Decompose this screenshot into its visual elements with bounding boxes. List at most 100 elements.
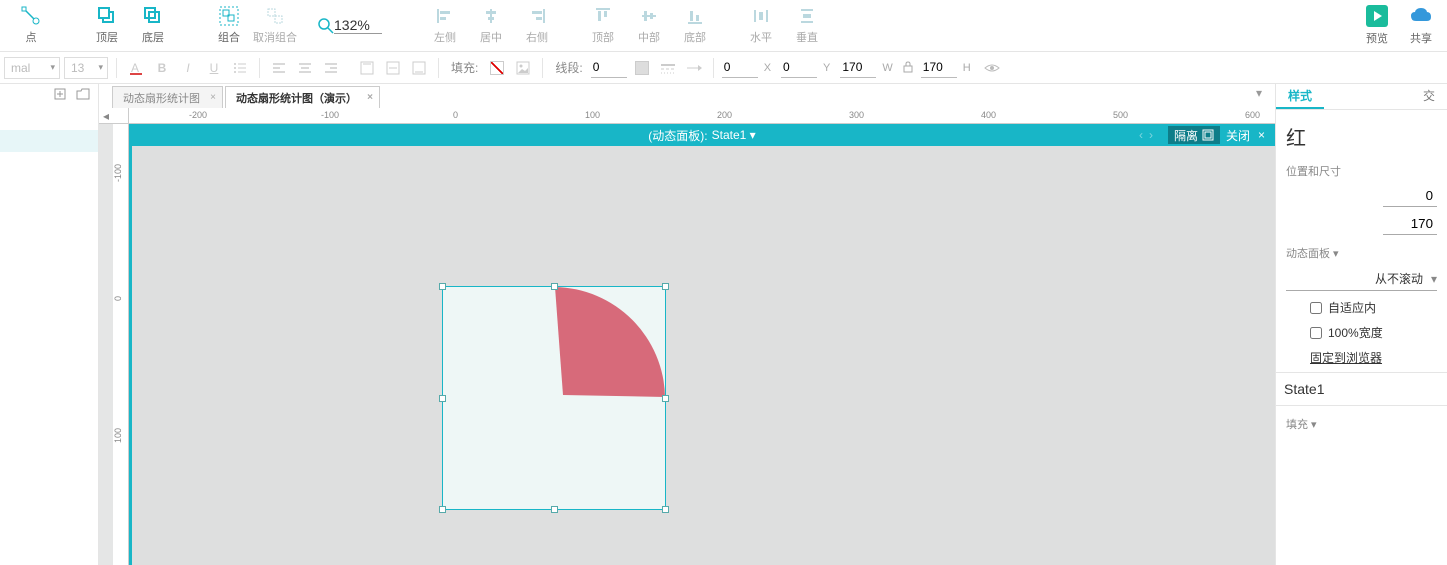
add-folder-icon[interactable] [76, 88, 90, 102]
bold-button[interactable]: B [151, 57, 173, 79]
fill-label: 填充: [451, 59, 478, 76]
send-back-button[interactable]: 底层 [130, 2, 176, 50]
align-right-button: 右侧 [514, 2, 560, 50]
fill-color-button[interactable] [486, 57, 508, 79]
document-tabs: 动态扇形统计图× 动态扇形统计图（演示）× [112, 84, 382, 108]
align-center-button: 居中 [468, 2, 514, 50]
close-icon[interactable]: × [210, 92, 216, 103]
underline-button[interactable]: U [203, 57, 225, 79]
group-button[interactable]: 组合 [206, 2, 252, 50]
element-name[interactable]: 红 [1286, 122, 1437, 151]
stroke-width-input[interactable] [591, 58, 627, 78]
close-icon: × [1258, 128, 1265, 142]
tab-style[interactable]: 样式 [1276, 84, 1324, 109]
fit-content-checkbox[interactable]: 自适应内 [1310, 299, 1437, 316]
distribute-v-icon [797, 6, 817, 26]
bring-front-icon [97, 6, 117, 26]
resize-handle-se[interactable] [662, 506, 669, 513]
stroke-style-button[interactable] [657, 57, 679, 79]
inspector-panel: 样式 交 红 位置和尺寸 动态面板 ▾ 从不滚动 自适应内 100%宽度 固定到… [1275, 84, 1447, 565]
align-top-button: 顶部 [580, 2, 626, 50]
add-page-icon[interactable] [54, 88, 68, 102]
resize-handle-w[interactable] [439, 395, 446, 402]
preview-button[interactable]: 预览 [1357, 4, 1397, 46]
font-size-select[interactable]: 13 [64, 57, 108, 79]
halign-right-button[interactable] [320, 57, 342, 79]
bullet-list-button[interactable] [229, 57, 251, 79]
ruler-corner[interactable] [113, 108, 129, 124]
align-middle-button: 中部 [626, 2, 672, 50]
y-input[interactable] [781, 58, 817, 78]
bring-front-button[interactable]: 顶层 [84, 2, 130, 50]
label: 点 [26, 29, 37, 45]
send-back-icon [143, 6, 163, 26]
doc-tab-1[interactable]: 动态扇形统计图× [112, 86, 223, 108]
align-left-button: 左侧 [422, 2, 468, 50]
prev-state-icon[interactable]: ‹ [1139, 128, 1143, 142]
distribute-h-icon [751, 6, 771, 26]
next-state-icon[interactable]: › [1149, 128, 1153, 142]
zoom-icon [318, 18, 334, 34]
resize-handle-sw[interactable] [439, 506, 446, 513]
stroke-color-button[interactable] [631, 57, 653, 79]
pin-browser-link[interactable]: 固定到浏览器 [1310, 349, 1437, 366]
halign-center-button[interactable] [294, 57, 316, 79]
state-row[interactable]: State1 [1276, 372, 1447, 406]
editing-surface[interactable] [129, 146, 1275, 565]
outline-selected-row[interactable] [0, 130, 98, 152]
tabs-dropdown-icon[interactable]: ▾ [1256, 86, 1270, 100]
resize-handle-nw[interactable] [439, 283, 446, 290]
zoom-input[interactable] [334, 17, 382, 34]
ruler-origin-button[interactable]: ◂ [99, 108, 113, 124]
doc-tab-2[interactable]: 动态扇形统计图（演示）× [225, 86, 380, 108]
scroll-mode-select[interactable]: 从不滚动 [1286, 267, 1437, 291]
isolate-icon [1202, 129, 1214, 141]
ruler-vertical[interactable]: -100 0 100 [113, 124, 129, 565]
panel-state-dropdown[interactable]: State1 ▾ [712, 128, 756, 142]
arrow-style-button[interactable] [683, 57, 705, 79]
ungroup-icon [265, 6, 285, 26]
section-dynamic-panel[interactable]: 动态面板 ▾ [1286, 245, 1437, 261]
inspector-w-input[interactable] [1383, 213, 1437, 235]
inspector-x-input[interactable] [1383, 185, 1437, 207]
h-input[interactable] [921, 58, 957, 78]
zoom-control[interactable] [318, 17, 382, 34]
close-panel-button[interactable]: 关闭× [1220, 126, 1271, 144]
section-fill[interactable]: 填充 ▾ [1286, 416, 1437, 432]
close-icon[interactable]: × [367, 92, 373, 103]
valign-top-button[interactable] [356, 57, 378, 79]
italic-button[interactable]: I [177, 57, 199, 79]
x-input[interactable] [722, 58, 758, 78]
fill-image-button[interactable] [512, 57, 534, 79]
dynamic-panel-bar: (动态面板): State1 ▾ ‹ › 隔离 关闭× [129, 124, 1275, 146]
resize-handle-s[interactable] [551, 506, 558, 513]
ruler-horizontal[interactable]: -200 -100 0 100 200 300 400 500 600 [129, 108, 1275, 124]
align-top-icon [593, 6, 613, 26]
halign-left-button[interactable] [268, 57, 290, 79]
play-icon [1365, 4, 1389, 28]
w-input[interactable] [840, 58, 876, 78]
isolate-button[interactable]: 隔离 [1168, 126, 1220, 144]
font-family-select[interactable]: mal [4, 57, 60, 79]
font-color-button[interactable]: A [125, 57, 147, 79]
tab-interactions[interactable]: 交 [1411, 84, 1447, 109]
align-center-icon [481, 6, 501, 26]
align-right-icon [527, 6, 547, 26]
visibility-button[interactable] [981, 57, 1003, 79]
lock-aspect-icon[interactable] [903, 61, 917, 75]
connector-point-button[interactable]: 点 [8, 2, 54, 50]
resize-handle-n[interactable] [551, 283, 558, 290]
full-width-checkbox[interactable]: 100%宽度 [1310, 324, 1437, 341]
resize-handle-e[interactable] [662, 395, 669, 402]
selection-box[interactable] [442, 286, 666, 510]
align-bottom-button: 底部 [672, 2, 718, 50]
canvas-area: ◂ -200 -100 0 100 200 300 400 500 600 -1… [99, 108, 1275, 565]
valign-middle-button[interactable] [382, 57, 404, 79]
main-toolbar: 点 顶层 底层 组合 取消组合 左侧 居中 右侧 顶部 中部 底部 [0, 0, 1447, 52]
share-button[interactable]: 共享 [1401, 4, 1441, 46]
pie-wedge-shape[interactable] [443, 287, 667, 511]
resize-handle-ne[interactable] [662, 283, 669, 290]
valign-bottom-button[interactable] [408, 57, 430, 79]
cloud-icon [1409, 4, 1433, 28]
panel-title: (动态面板): [648, 127, 707, 144]
